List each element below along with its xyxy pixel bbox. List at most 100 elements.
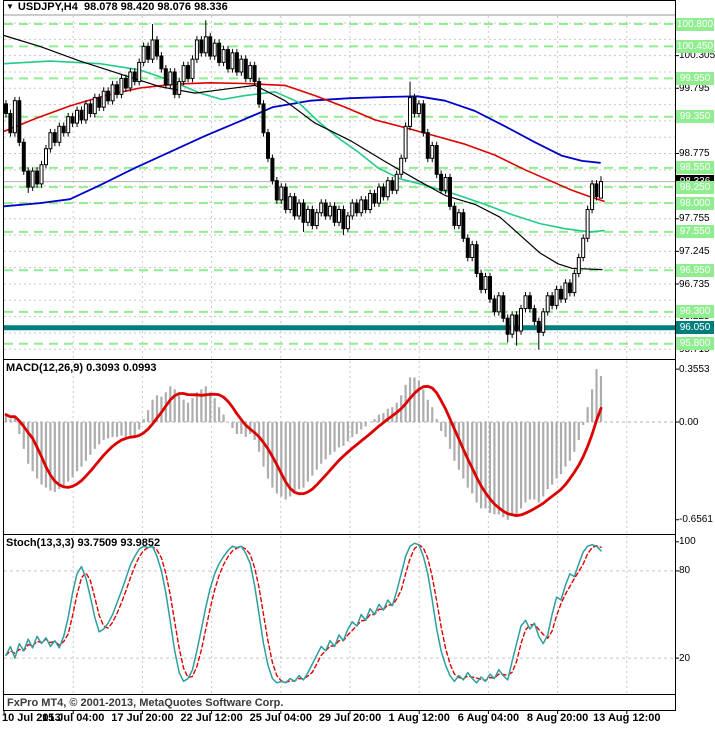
candle-bull: [545, 295, 550, 313]
macd-histogram-group[interactable]: [4, 369, 603, 520]
candle-bull: [194, 39, 199, 60]
candle-bear: [97, 97, 102, 108]
candle-bull: [128, 71, 133, 89]
candle-bear: [146, 45, 151, 60]
candle-bull: [150, 39, 155, 60]
candle-bull: [230, 52, 235, 70]
candle-bull: [203, 36, 208, 54]
candle-bull: [181, 65, 186, 83]
chart-title: ▼ USDJPY,H4 98.078 98.420 98.076 98.336: [6, 1, 228, 13]
time-axis-label: 25 Jul 04:00: [249, 712, 312, 724]
stoch-axis-label: 20: [679, 652, 691, 664]
candle-bull: [519, 308, 523, 332]
stoch-axis-label: 80: [679, 565, 691, 577]
candle-bear: [434, 145, 439, 175]
candle-bull: [350, 202, 355, 217]
candle-bull: [554, 288, 559, 306]
candle-bull: [248, 65, 253, 79]
candle-bear: [505, 317, 510, 335]
level-price-badge: 100.800: [676, 17, 714, 31]
candle-bull: [599, 181, 603, 199]
candle-bull: [416, 103, 421, 115]
candle-bull: [177, 81, 182, 95]
macd-axis-label: 0.3553: [679, 363, 710, 375]
candle-bull: [496, 295, 501, 313]
stoch-indicator-label: Stoch(13,3,3) 93.7509 93.9852: [6, 537, 161, 549]
candle-bear: [310, 209, 315, 226]
time-axis-label: 8 Aug 20:00: [526, 712, 589, 724]
candle-bull: [385, 180, 390, 198]
level-price-badge: 96.300: [676, 305, 714, 319]
candle-bull: [314, 212, 319, 226]
candle-bear: [132, 71, 137, 83]
candle-bear: [172, 71, 177, 95]
candle-bear: [4, 103, 8, 115]
candle-bull: [83, 103, 88, 121]
candle-bull: [297, 202, 301, 217]
candle-bear: [567, 282, 572, 294]
candle-bull: [239, 58, 244, 73]
candle-bear: [155, 39, 159, 57]
time-axis-label: 17 Jul 20:00: [111, 712, 174, 724]
level-price-badge: 98.550: [676, 161, 714, 175]
candle-bear: [301, 202, 306, 223]
candle-bull: [319, 202, 324, 214]
candle-bear: [35, 170, 40, 185]
macd-main-value: 0.3093: [86, 362, 120, 374]
macd-indicator-label: MACD(12,26,9) 0.3093 0.0993: [6, 362, 157, 374]
candle-bear: [492, 298, 497, 313]
candle-bull: [221, 49, 226, 63]
candle-bear: [17, 100, 22, 143]
candle-bear: [163, 68, 168, 86]
candle-bull: [590, 183, 595, 210]
candle-bear: [270, 157, 275, 182]
candle-bear: [79, 109, 84, 121]
symbol-timeframe-label: USDJPY,H4: [17, 1, 78, 13]
symbol-dropdown-icon[interactable]: ▼: [6, 2, 14, 11]
candle-bear: [439, 173, 444, 191]
candle-bear: [106, 90, 111, 102]
candle-bear: [332, 205, 337, 223]
time-axis-label: 13 Aug 12:00: [593, 712, 661, 724]
candle-bear: [479, 272, 484, 290]
candle-bear: [115, 84, 119, 95]
candle-bear: [292, 196, 297, 217]
price-axis-label: 97.755: [679, 213, 710, 225]
candle-bull: [541, 311, 546, 333]
candle-bear: [243, 58, 248, 79]
candle-bear: [425, 132, 430, 159]
candle-bull: [581, 237, 586, 259]
candle-bull: [394, 173, 399, 191]
candle-bull: [399, 157, 404, 175]
level-price-badge: 97.550: [676, 225, 714, 239]
candle-bull: [57, 125, 62, 143]
candle-bear: [354, 202, 359, 214]
candle-bull: [377, 186, 381, 204]
candle-bull: [39, 164, 44, 185]
candle-bear: [88, 103, 93, 115]
mt4-chart-window: ▼ USDJPY,H4 98.078 98.420 98.076 98.336 M…: [0, 0, 715, 730]
candle-bear: [412, 97, 417, 115]
candle-bear: [559, 288, 563, 300]
candle-bull: [430, 145, 435, 159]
candle-bear: [261, 103, 266, 134]
candle-bear: [283, 186, 288, 211]
candle-bull: [456, 212, 461, 226]
candle-bear: [52, 132, 57, 143]
candle-bull: [212, 42, 217, 57]
price-axis-label: 97.245: [679, 245, 710, 257]
macd-signal-value: 0.0993: [122, 362, 157, 374]
candle-bear: [594, 183, 599, 198]
support-price-badge: 96.050: [676, 321, 714, 335]
level-price-badge: 96.950: [676, 263, 714, 277]
stoch-axis-label: 100: [679, 536, 696, 548]
level-price-badge: 99.350: [676, 110, 714, 124]
candle-bull: [576, 257, 581, 274]
candle-bear: [159, 55, 164, 70]
candle-bull: [483, 276, 488, 290]
candle-bull: [44, 148, 48, 166]
candle-bull: [523, 295, 528, 310]
candle-bull: [572, 272, 577, 294]
candle-bear: [363, 199, 368, 210]
candle-bear: [274, 180, 279, 201]
